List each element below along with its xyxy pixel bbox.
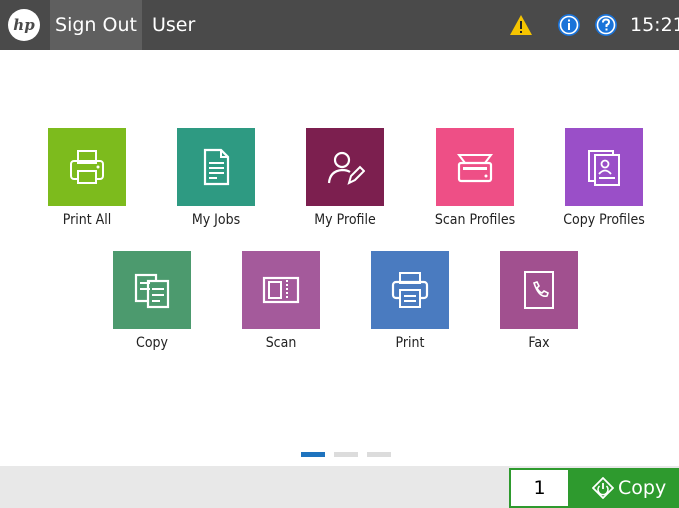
person-pen-icon — [327, 151, 365, 185]
app-print[interactable]: Print — [350, 251, 470, 366]
app-label: Print All — [62, 212, 112, 228]
app-my-profile[interactable]: My Profile — [285, 128, 405, 243]
app-label: Print — [395, 335, 425, 351]
print-icon — [391, 272, 429, 308]
app-scan[interactable]: Scan — [221, 251, 341, 366]
warning-icon[interactable] — [509, 14, 533, 36]
copy-documents-icon — [134, 273, 170, 309]
user-label: User — [152, 14, 196, 36]
app-copy-profiles[interactable]: Copy Profiles — [544, 128, 664, 243]
app-tile[interactable] — [371, 251, 449, 329]
app-label: Copy — [136, 335, 168, 351]
fax-phone-icon — [524, 271, 554, 309]
document-icon — [203, 148, 230, 186]
app-tile[interactable] — [500, 251, 578, 329]
info-icon[interactable] — [557, 13, 581, 37]
app-tile[interactable] — [242, 251, 320, 329]
copy-button-label: Copy — [618, 477, 667, 499]
printer-icon — [70, 150, 104, 184]
app-label: Scan Profiles — [434, 212, 516, 228]
app-tile[interactable] — [436, 128, 514, 206]
hp-logo-text: hp — [13, 16, 35, 34]
copies-input[interactable]: 1 — [509, 468, 570, 508]
app-scan-profiles[interactable]: Scan Profiles — [415, 128, 535, 243]
copy-start-button[interactable]: Copy — [570, 468, 679, 508]
scan-page-icon — [262, 276, 300, 304]
scanner-icon — [457, 154, 493, 183]
help-icon[interactable] — [594, 13, 618, 37]
app-tile[interactable] — [113, 251, 191, 329]
clock: 15:21 — [630, 14, 679, 36]
start-diamond-icon — [592, 477, 614, 499]
app-copy[interactable]: Copy — [92, 251, 212, 366]
app-label: Fax — [528, 335, 550, 351]
app-tile[interactable] — [565, 128, 643, 206]
app-label: Scan — [265, 335, 297, 351]
app-label: My Profile — [314, 212, 376, 228]
page-indicator-2[interactable] — [334, 452, 358, 457]
app-tile[interactable] — [48, 128, 126, 206]
app-tile[interactable] — [177, 128, 255, 206]
app-label: Copy Profiles — [563, 212, 645, 228]
hp-logo[interactable]: hp — [8, 9, 40, 41]
profile-card-icon — [588, 150, 620, 186]
app-tile[interactable] — [306, 128, 384, 206]
page-indicator-3[interactable] — [367, 452, 391, 457]
top-bar: hp Sign Out User 15:21 — [0, 0, 679, 50]
sign-out-button[interactable]: Sign Out — [50, 0, 142, 50]
app-my-jobs[interactable]: My Jobs — [156, 128, 276, 243]
page-indicator-1[interactable] — [301, 452, 325, 457]
app-fax[interactable]: Fax — [479, 251, 599, 366]
app-label: My Jobs — [191, 212, 241, 228]
app-print-all[interactable]: Print All — [27, 128, 147, 243]
